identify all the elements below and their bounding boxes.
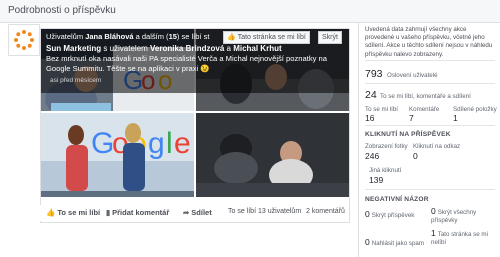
likes-count[interactable]: To se líbí 13 uživatelům <box>228 208 301 215</box>
insights-pane: Uvedená data zahrnují všechny akce prove… <box>358 23 500 257</box>
hide-post-stat: 0 Skrýt příspěvek <box>365 209 415 219</box>
hide-all-stat: 0 Skrýt všechny příspěvky <box>431 206 477 224</box>
shares-label: Sdílené položky <box>453 106 497 113</box>
post-author[interactable]: Sun Marketing <box>46 44 101 53</box>
divider <box>365 83 495 84</box>
clicks-heading: KLIKNUTÍ NA PŘÍSPĚVEK <box>365 131 451 138</box>
svg-text:e: e <box>174 127 191 160</box>
engagement-label: To se mi líbí, komentáře a sdílení <box>380 93 471 100</box>
link-clicks-label: Kliknutí na odkaz <box>413 143 461 150</box>
liked-by-user[interactable]: Jana Bláhová <box>85 32 133 41</box>
insights-note: Uvedená data zahrnují všechny akce prove… <box>365 26 493 58</box>
reach-value: 793 <box>365 68 383 80</box>
dialog-title: Podrobnosti o příspěvku <box>8 5 116 16</box>
sun-logo-icon <box>14 30 34 50</box>
post-photo-4[interactable] <box>196 113 349 197</box>
photo-views-label: Zobrazení fotky <box>365 143 408 150</box>
negative-heading: NEGATIVNÍ NÁZOR <box>365 196 429 203</box>
post-header: Sun Marketing s uživatelem Veronika Brin… <box>46 44 282 53</box>
other-clicks-value: 139 <box>369 175 384 185</box>
post-action-bar: 👍 To se mi líbí ▮ Přidat komentář ➦ Sdílet … <box>40 205 348 221</box>
tagged-user-1[interactable]: Veronika Brindzová <box>150 44 224 53</box>
likes-label: To se mi líbí <box>365 106 399 113</box>
post-message: Bez mrknutí oka nasávali naši PA special… <box>46 54 327 73</box>
thumbs-up-icon: 👍 <box>46 208 56 217</box>
divider <box>365 189 495 190</box>
engagement-value: 24 <box>365 89 377 101</box>
like-page-button[interactable]: 👍 Tato stránka se mi líbí <box>223 31 310 44</box>
post-timestamp[interactable]: asi před měsícem <box>50 77 101 84</box>
svg-text:G: G <box>91 127 114 160</box>
post-details-dialog: Podrobnosti o příspěvku G o o <box>0 0 500 257</box>
share-button[interactable]: ➦ Sdílet <box>183 208 212 217</box>
divider <box>365 125 495 126</box>
photo-views-value: 246 <box>365 151 380 161</box>
post-text-overlay: Uživatelům Jana Bláhová a dalším (15) se… <box>41 29 349 93</box>
unlike-stat: 1 Tato stránka se mi nelíbí <box>431 228 488 246</box>
spam-stat: 0 Nahlásit jako spam <box>365 237 425 247</box>
liked-by-line: Uživatelům Jana Bláhová a dalším (15) se… <box>46 32 210 41</box>
thumbs-up-icon: 👍 <box>227 34 236 41</box>
hide-button[interactable]: Skrýt <box>318 31 342 44</box>
reach-label: Oslovení uživatelé <box>387 72 438 79</box>
svg-text:l: l <box>166 127 173 160</box>
svg-text:g: g <box>148 127 165 160</box>
post-photo-3[interactable]: G o o g l e <box>41 113 194 197</box>
link-clicks-value: 0 <box>413 151 418 161</box>
likes-value: 16 <box>365 113 375 123</box>
like-button[interactable]: 👍 To se mi líbí <box>46 208 100 217</box>
comments-value: 7 <box>409 113 414 123</box>
comments-label: Komentáře <box>409 106 440 113</box>
add-comment-button[interactable]: ▮ Přidat komentář <box>106 208 169 217</box>
divider <box>365 60 495 61</box>
comments-count[interactable]: 2 komentářů <box>306 208 345 215</box>
post-card: G o o G o o <box>40 28 350 223</box>
other-clicks-label: Jiná kliknutí <box>369 167 402 174</box>
tagged-user-2[interactable]: Michal Krhut <box>233 44 281 53</box>
page-avatar[interactable] <box>8 24 40 56</box>
dialog-titlebar: Podrobnosti o příspěvku <box>0 0 500 23</box>
comment-icon: ▮ <box>106 208 111 217</box>
shares-value: 1 <box>453 113 458 123</box>
share-icon: ➦ <box>183 208 190 217</box>
